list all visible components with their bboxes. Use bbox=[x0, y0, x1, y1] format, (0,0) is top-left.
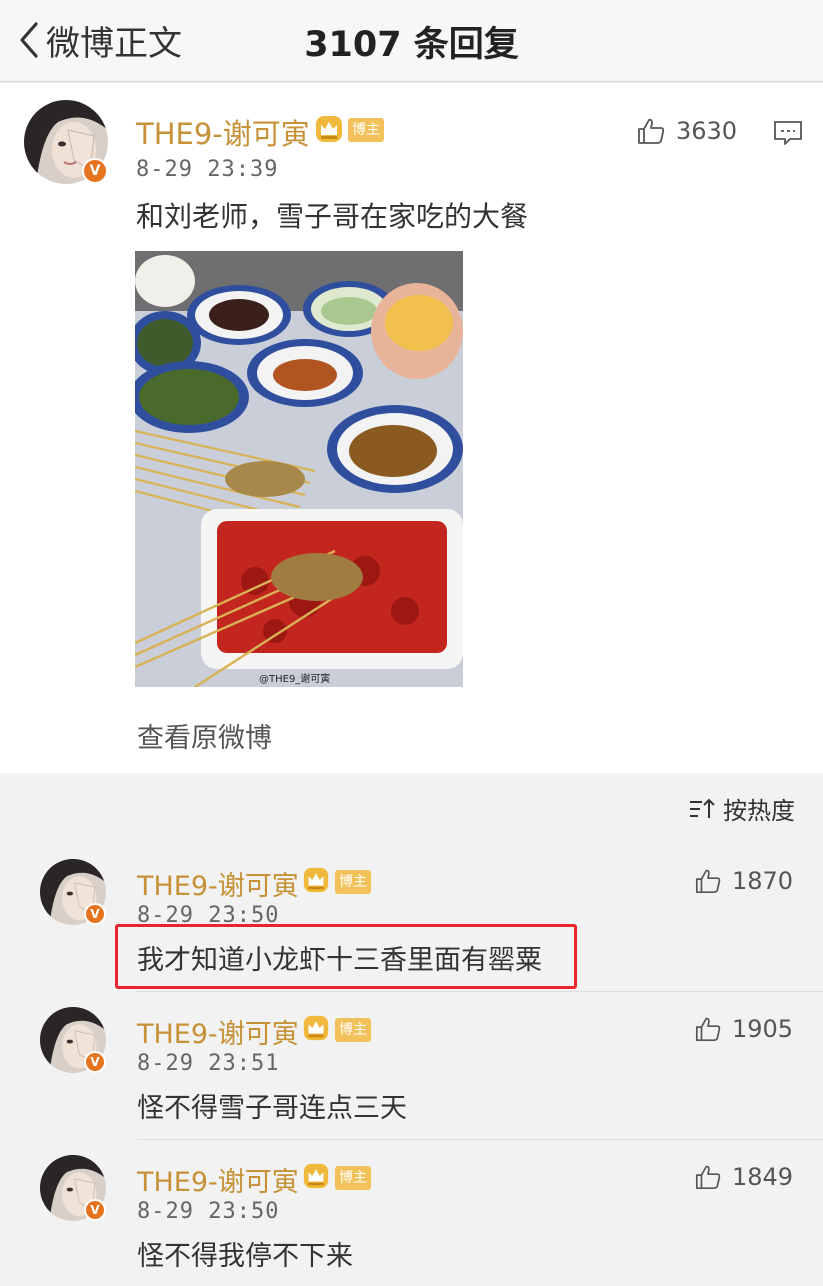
comment-username[interactable]: THE9-谢可寅 bbox=[137, 1012, 299, 1051]
comment-timestamp: 8-29 23:51 bbox=[137, 1051, 280, 1076]
blogger-badge: 博主 bbox=[335, 870, 371, 894]
verified-v-icon: V bbox=[82, 158, 108, 184]
blogger-badge: 博主 bbox=[348, 118, 384, 142]
comment-like-count: 1870 bbox=[732, 867, 794, 895]
comment-like-count: 1905 bbox=[732, 1015, 794, 1043]
blogger-badge: 博主 bbox=[335, 1018, 371, 1042]
post-like-count: 3630 bbox=[676, 117, 738, 145]
sort-by-hot-button[interactable]: 按热度 bbox=[689, 791, 795, 826]
comment-text: 怪不得雪子哥连点三天 bbox=[137, 1093, 407, 1124]
sort-icon bbox=[690, 798, 715, 818]
post-username[interactable]: THE9-谢可寅 bbox=[136, 111, 310, 153]
verified-v-icon: V bbox=[84, 1199, 106, 1221]
thumbs-up-icon bbox=[638, 118, 665, 144]
comment-list: V THE9-谢可寅 博主 8-29 23:50 我才知道小龙虾十三香里面有罂粟… bbox=[0, 843, 823, 1286]
post-timestamp: 8-29 23:39 bbox=[136, 157, 279, 182]
crown-icon bbox=[303, 867, 329, 893]
post-photo[interactable]: @THE9_谢可寅 bbox=[135, 251, 463, 687]
sort-bar: 按热度 bbox=[0, 773, 823, 843]
view-original-link[interactable]: 查看原微博 bbox=[137, 716, 272, 755]
sort-label: 按热度 bbox=[723, 797, 795, 825]
post-like-button[interactable]: 3630 bbox=[636, 116, 737, 146]
crown-icon bbox=[303, 1015, 329, 1041]
avatar[interactable]: V bbox=[40, 1007, 106, 1073]
comment-text: 怪不得我停不下来 bbox=[137, 1241, 353, 1272]
page-title: 3107 条回复 bbox=[304, 25, 519, 65]
comment-icon[interactable] bbox=[773, 119, 803, 147]
comment-timestamp: 8-29 23:50 bbox=[137, 1199, 280, 1224]
comment-like-button[interactable]: 1849 bbox=[694, 1163, 793, 1191]
avatar[interactable]: V bbox=[40, 859, 106, 925]
crown-icon bbox=[316, 116, 342, 142]
thumbs-up-icon bbox=[695, 1165, 721, 1190]
comment-username[interactable]: THE9-谢可寅 bbox=[137, 864, 299, 903]
comment-like-button[interactable]: 1870 bbox=[694, 867, 793, 895]
verified-v-icon: V bbox=[84, 903, 106, 925]
comment-item: V THE9-谢可寅 博主 8-29 23:50 怪不得我停不下来 1849 bbox=[0, 1139, 823, 1286]
comment-like-count: 1849 bbox=[732, 1163, 794, 1191]
comment-item: V THE9-谢可寅 博主 8-29 23:51 怪不得雪子哥连点三天 1905 bbox=[0, 991, 823, 1139]
thumbs-up-icon bbox=[695, 869, 721, 894]
comment-like-button[interactable]: 1905 bbox=[694, 1015, 793, 1043]
crown-icon bbox=[303, 1163, 329, 1189]
original-post: V THE9-谢可寅 博主 8-29 23:39 3630 和刘老师，雪子哥在家… bbox=[0, 83, 823, 773]
highlight-box bbox=[115, 924, 577, 989]
post-text: 和刘老师，雪子哥在家吃的大餐 bbox=[136, 200, 529, 233]
image-watermark: @THE9_谢可寅 bbox=[259, 672, 330, 685]
thumbs-up-icon bbox=[695, 1017, 721, 1042]
avatar[interactable]: V bbox=[40, 1155, 106, 1221]
food-photo-image: @THE9_谢可寅 bbox=[135, 251, 463, 687]
blogger-badge: 博主 bbox=[335, 1166, 371, 1190]
nav-bar: 微博正文 3107 条回复 bbox=[0, 0, 823, 82]
avatar[interactable]: V bbox=[24, 100, 108, 184]
verified-v-icon: V bbox=[84, 1051, 106, 1073]
comment-username[interactable]: THE9-谢可寅 bbox=[137, 1160, 299, 1199]
